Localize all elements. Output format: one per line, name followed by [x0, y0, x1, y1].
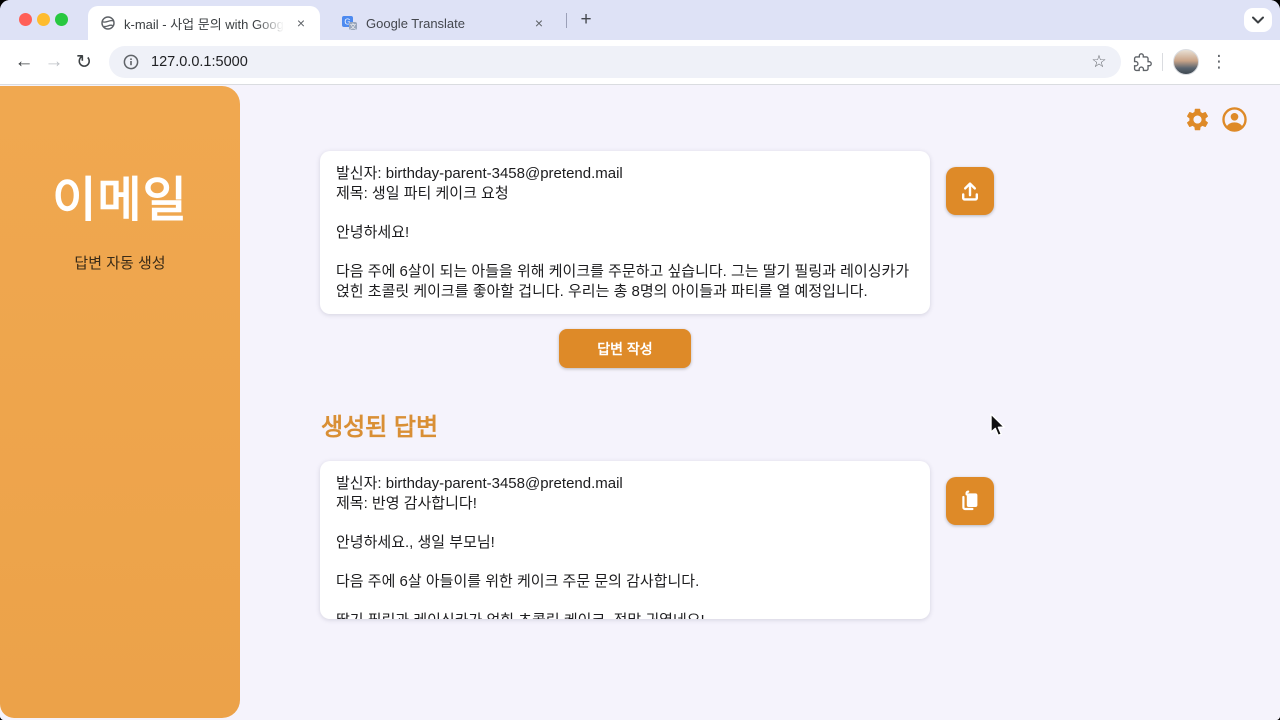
incoming-email-card: 발신자: birthday-parent-3458@pretend.mail 제…: [320, 151, 930, 314]
toolbar-divider: [1162, 53, 1163, 71]
chevron-down-icon: [1252, 16, 1264, 24]
tab-strip: k-mail - 사업 문의 with Google × G文 Google T…: [0, 0, 1280, 40]
reply-email-text: 발신자: birthday-parent-3458@pretend.mail 제…: [336, 474, 914, 619]
page-content: 이메일 답변 자동 생성 발신자: birthday-parent-3458@p…: [0, 86, 1280, 720]
copy-icon: [958, 489, 982, 513]
settings-gear-icon[interactable]: [1184, 106, 1211, 133]
bookmark-star-icon[interactable]: ☆: [1087, 52, 1111, 72]
profile-avatar[interactable]: [1173, 49, 1199, 75]
globe-icon: [100, 15, 116, 31]
reload-icon[interactable]: ↻: [69, 47, 99, 77]
forward-icon[interactable]: →: [39, 47, 69, 77]
tab-separator: [566, 13, 567, 28]
new-tab-button[interactable]: +: [573, 7, 599, 33]
google-translate-icon: G文: [342, 15, 358, 31]
upload-icon: [958, 179, 982, 203]
generated-reply-heading: 생성된 답변: [321, 407, 438, 442]
page-actions: [1184, 106, 1248, 133]
toolbar-right-controls: ⋮: [1133, 49, 1229, 75]
browser-window: k-mail - 사업 문의 with Google × G文 Google T…: [0, 0, 1280, 720]
copy-reply-button[interactable]: [946, 477, 994, 525]
tab-kmail[interactable]: k-mail - 사업 문의 with Google ×: [88, 6, 320, 40]
reply-email-card: 발신자: birthday-parent-3458@pretend.mail 제…: [320, 461, 930, 619]
incoming-email-text: 발신자: birthday-parent-3458@pretend.mail 제…: [336, 164, 914, 301]
close-tab-icon[interactable]: ×: [530, 14, 548, 32]
tab-search-chevron-button[interactable]: [1244, 8, 1272, 32]
url-text[interactable]: 127.0.0.1:5000: [151, 54, 1087, 70]
app-title: 이메일: [0, 160, 240, 230]
tab-title: k-mail - 사업 문의 with Google: [124, 17, 284, 32]
compose-reply-button[interactable]: 답변 작성: [559, 329, 691, 368]
macos-zoom-button[interactable]: [55, 13, 68, 26]
close-tab-icon[interactable]: ×: [292, 14, 310, 32]
macos-close-button[interactable]: [19, 13, 32, 26]
extensions-puzzle-icon[interactable]: [1133, 53, 1152, 72]
macos-minimize-button[interactable]: [37, 13, 50, 26]
app-subtitle: 답변 자동 생성: [0, 252, 240, 273]
browser-menu-icon[interactable]: ⋮: [1209, 52, 1229, 72]
sidebar: 이메일 답변 자동 생성: [0, 86, 240, 718]
address-bar[interactable]: 127.0.0.1:5000 ☆: [109, 46, 1121, 78]
account-person-icon[interactable]: [1221, 106, 1248, 133]
svg-text:文: 文: [350, 22, 357, 31]
back-icon[interactable]: ←: [9, 47, 39, 77]
site-info-icon[interactable]: [121, 52, 141, 72]
upload-email-button[interactable]: [946, 167, 994, 215]
browser-toolbar: ← → ↻ 127.0.0.1:5000 ☆ ⋮: [0, 40, 1280, 85]
tab-title: Google Translate: [366, 16, 465, 31]
tab-google-translate[interactable]: G文 Google Translate ×: [330, 6, 558, 40]
